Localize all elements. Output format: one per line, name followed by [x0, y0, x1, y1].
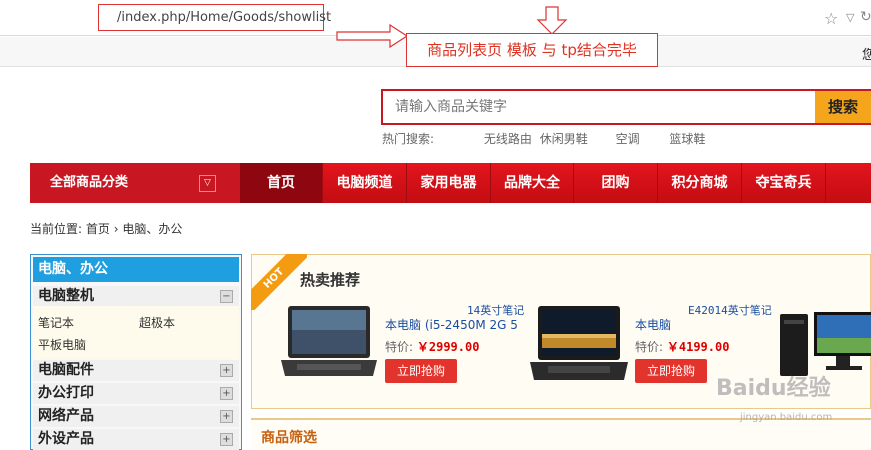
sidebar-subitem[interactable]: 笔记本 [38, 314, 74, 331]
annotation-arrow-right-icon [336, 23, 409, 49]
laptop-image[interactable] [528, 304, 630, 384]
expand-icon[interactable]: + [220, 364, 233, 377]
chevron-down-icon[interactable]: ▽ [199, 175, 216, 192]
expand-icon[interactable]: + [220, 433, 233, 446]
sidebar-category[interactable]: 网络产品 [33, 406, 239, 427]
sidebar-subitem[interactable]: 平板电脑 [38, 336, 86, 353]
nav-items: 首页 电脑频道 家用电器 品牌大全 团购 积分商城 夺宝奇兵 [240, 163, 826, 203]
breadcrumb: 当前位置: 首页 › 电脑、办公 [30, 220, 182, 237]
product-name[interactable]: 本电脑 (i5-2450M 2G 5 [385, 317, 518, 333]
filter-title: 商品筛选 [261, 430, 317, 446]
bookmark-star-icon[interactable]: ☆ [824, 9, 838, 28]
price-value: ￥4199.00 [666, 340, 730, 354]
nav-item-computer[interactable]: 电脑频道 [323, 163, 407, 203]
buy-now-button[interactable]: 立即抢购 [385, 359, 457, 383]
sidebar-category-label: 外设产品 [38, 431, 94, 447]
watermark-url: jingyan.baidu.com [740, 412, 833, 423]
annotation-arrow-down-icon [536, 6, 568, 35]
sidebar-category-label: 网络产品 [38, 408, 94, 424]
sidebar-category[interactable]: 办公打印 [33, 383, 239, 404]
sidebar-category-label: 电脑整机 [38, 288, 94, 304]
nav-item-home[interactable]: 首页 [240, 163, 323, 203]
sidebar-category[interactable]: 外设产品 [33, 429, 239, 450]
nav-item-points-mall[interactable]: 积分商城 [658, 163, 742, 203]
expand-icon[interactable]: + [220, 410, 233, 423]
price-label: 特价: [385, 340, 414, 354]
nav-item-groupbuy[interactable]: 团购 [574, 163, 658, 203]
annotation-box: 商品列表页 模板 与 tp结合完毕 [406, 33, 658, 67]
breadcrumb-separator: › [113, 222, 119, 236]
buy-now-button[interactable]: 立即抢购 [635, 359, 707, 383]
hot-search-link[interactable]: 休闲男鞋 [540, 132, 588, 146]
price-label: 特价: [635, 340, 664, 354]
url-field[interactable]: /index.php/Home/Goods/showlist [98, 4, 331, 31]
product-name[interactable]: E42014英寸笔记 [688, 303, 772, 319]
hot-search: 热门搜索: 无线路由 休闲男鞋 空调 篮球鞋 [382, 130, 719, 147]
chevron-down-icon[interactable]: ▽ [846, 11, 854, 24]
product-price: 特价: ￥4199.00 [635, 338, 729, 355]
hot-search-link[interactable]: 空调 [616, 132, 640, 146]
hot-search-link[interactable]: 篮球鞋 [669, 132, 705, 146]
breadcrumb-current[interactable]: 电脑、办公 [122, 222, 182, 236]
expand-icon[interactable]: + [220, 387, 233, 400]
hot-recommend-title: 热卖推荐 [300, 271, 361, 289]
search-button[interactable]: 搜索 [815, 91, 871, 123]
search-input[interactable] [383, 91, 815, 123]
sidebar-category-label: 办公打印 [38, 385, 94, 401]
breadcrumb-label: 当前位置: [30, 222, 83, 236]
hot-search-label: 热门搜索: [382, 132, 435, 146]
sidebar-category[interactable]: 电脑整机 [33, 286, 239, 307]
nav-item-appliances[interactable]: 家用电器 [407, 163, 491, 203]
sidebar-subitem[interactable]: 超极本 [139, 314, 175, 331]
hot-ribbon: HOT [251, 254, 307, 310]
collapse-icon[interactable]: − [220, 290, 233, 303]
refresh-icon[interactable]: ↻ [860, 9, 871, 25]
price-value: ￥2999.00 [416, 340, 480, 354]
product-price: 特价: ￥2999.00 [385, 338, 479, 355]
hot-search-link[interactable]: 无线路由 [484, 132, 532, 146]
laptop-image[interactable] [279, 304, 379, 380]
sidebar-category-label: 电脑配件 [38, 362, 94, 378]
watermark: Baidu经验 [716, 376, 831, 401]
nav-item-brands[interactable]: 品牌大全 [491, 163, 574, 203]
hot-ribbon-label: HOT [251, 254, 307, 310]
nav-item-treasure[interactable]: 夺宝奇兵 [742, 163, 826, 203]
product-name[interactable]: 本电脑 [635, 317, 671, 333]
topbar-greeting: 您 [862, 48, 871, 63]
sidebar-title[interactable]: 电脑、办公 [33, 257, 239, 282]
breadcrumb-home[interactable]: 首页 [86, 222, 110, 236]
sidebar-category[interactable]: 电脑配件 [33, 360, 239, 381]
